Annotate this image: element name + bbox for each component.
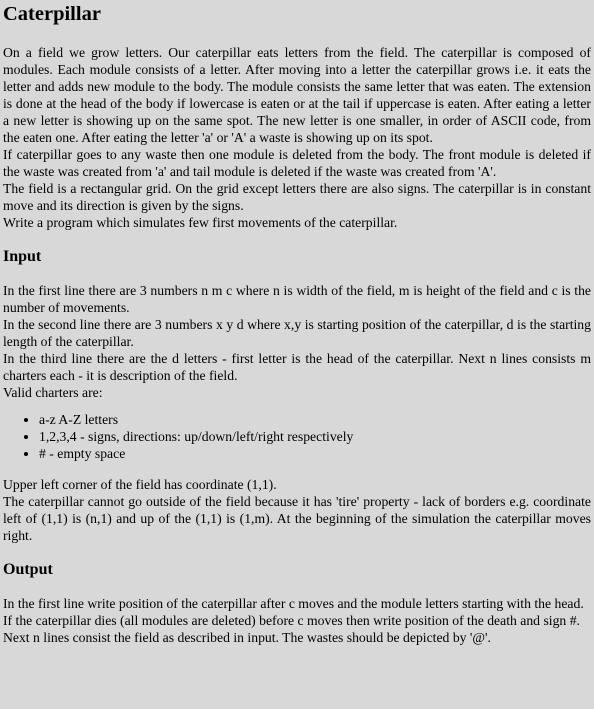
output-line: Next n lines consist the field as descri… [3,630,491,645]
description-line: The field is a rectangular grid. On the … [3,181,591,213]
description-line: Write a program which simulates few firs… [3,215,398,230]
note-line: The caterpillar cannot go outside of the… [3,494,591,543]
input-notes: Upper left corner of the field has coord… [3,476,591,544]
output-paragraph: In the first line write position of the … [3,595,591,646]
valid-chars-list: a-z A-Z letters 1,2,3,4 - signs, directi… [3,411,591,462]
note-line: Upper left corner of the field has coord… [3,477,277,492]
input-line: In the third line there are the d letter… [3,351,591,383]
input-line: In the second line there are 3 numbers x… [3,317,591,349]
list-item: a-z A-Z letters [39,411,591,428]
problem-page: Caterpillar On a field we grow letters. … [0,0,594,646]
input-line: In the first line there are 3 numbers n … [3,283,591,315]
page-title: Caterpillar [3,3,101,25]
description-line: On a field we grow letters. Our caterpil… [3,45,591,145]
output-line: If the caterpillar dies (all modules are… [3,613,580,628]
list-item: # - empty space [39,445,591,462]
input-paragraph: In the first line there are 3 numbers n … [3,282,591,401]
list-item: 1,2,3,4 - signs, directions: up/down/lef… [39,428,591,445]
output-line: In the first line write position of the … [3,596,584,611]
description-line: If caterpillar goes to any waste then on… [3,147,591,179]
input-heading: Input [3,248,42,265]
output-heading: Output [3,561,53,578]
description-paragraph: On a field we grow letters. Our caterpil… [3,44,591,231]
input-line: Valid charters are: [3,385,103,400]
